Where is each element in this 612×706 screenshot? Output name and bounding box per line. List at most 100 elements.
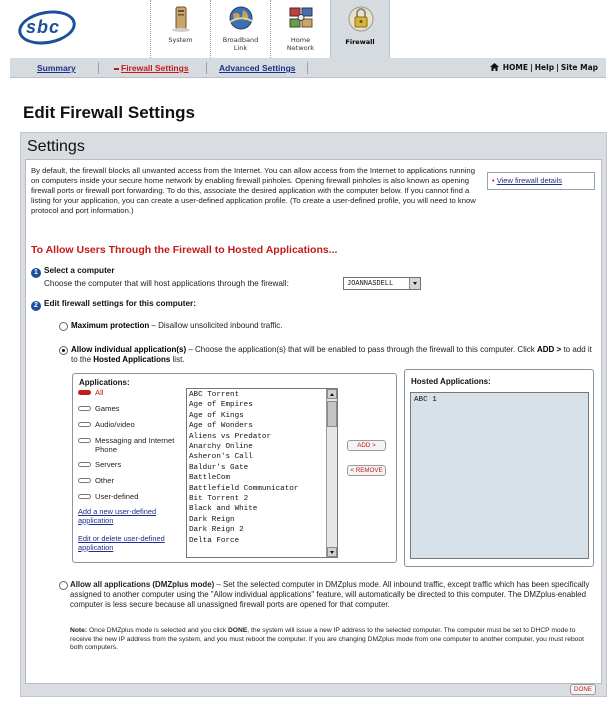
step-1-desc: Choose the computer that will host appli… <box>44 279 289 288</box>
dmz-note: Note: Once DMZplus mode is selected and … <box>70 627 596 653</box>
add-word: ADD > <box>536 345 562 354</box>
category-audio-video[interactable]: Audio/video <box>78 420 194 429</box>
note-label: Note: <box>70 627 88 634</box>
remove-button[interactable]: < REMOVE <box>347 465 386 476</box>
step-2: 2 Edit firewall settings for this compute… <box>31 299 196 311</box>
application-list-item[interactable]: Anarchy Online <box>189 442 335 452</box>
nav-firewall[interactable]: Firewall <box>330 0 390 58</box>
max-protection-option: Maximum protection – Disallow unsolicite… <box>71 321 283 331</box>
scroll-down-icon[interactable] <box>327 547 337 557</box>
subnav-divider <box>98 62 99 74</box>
edit-user-defined-link[interactable]: Edit or delete user-defined application <box>78 534 190 552</box>
application-list-item[interactable]: Battlefield Communicator <box>189 484 335 494</box>
computer-select[interactable]: JOANNASDELL <box>343 277 421 290</box>
view-firewall-details-link[interactable]: View firewall details <box>497 176 562 185</box>
note-text-a: Once DMZplus mode is selected and you cl… <box>87 627 228 634</box>
application-list-item[interactable]: Delta Force <box>189 536 335 546</box>
site-map-link[interactable]: Site Map <box>561 63 598 72</box>
category-all[interactable]: All <box>78 388 194 397</box>
nav-broadband-label: Broadband Link <box>222 36 259 52</box>
hosted-application-item[interactable]: ABC 1 <box>414 395 585 405</box>
individual-apps-desc: – Choose the application(s) that will be… <box>186 345 537 354</box>
category-label: User-defined <box>95 492 139 501</box>
hosted-applications-label: Hosted Applications: <box>411 377 491 386</box>
scroll-up-icon[interactable] <box>327 389 337 399</box>
panel-title: Settings <box>27 138 85 155</box>
application-list-item[interactable]: Dark Reign 2 <box>189 525 335 535</box>
application-list-item[interactable]: Asheron's Call <box>189 452 335 462</box>
application-list-item[interactable]: Age of Empires <box>189 400 335 410</box>
nav-system-label: System <box>168 36 193 44</box>
step-1-title: Select a computer <box>44 266 115 275</box>
chevron-down-icon[interactable] <box>409 278 420 289</box>
subnav-summary[interactable]: Summary <box>37 63 76 73</box>
subnav-divider <box>206 62 207 74</box>
subnav-advanced-settings[interactable]: Advanced Settings <box>219 63 296 73</box>
max-protection-radio[interactable] <box>59 322 68 331</box>
category-selector-icon <box>78 438 91 443</box>
applications-scrollbar[interactable] <box>326 389 337 557</box>
application-list-item[interactable]: Bit Torrent 2 <box>189 494 335 504</box>
hosted-applications-box: Hosted Applications: ABC 1 <box>404 369 594 567</box>
application-list-item[interactable]: Dark Reign <box>189 515 335 525</box>
settings-panel: Settings By default, the firewall blocks… <box>20 132 607 697</box>
scroll-thumb[interactable] <box>327 401 337 427</box>
category-selector-icon <box>78 462 91 467</box>
sbc-logo: sbc <box>15 6 79 49</box>
nav-system[interactable]: System <box>150 0 210 58</box>
subnav-firewall-settings-label: Firewall Settings <box>121 63 189 73</box>
category-label: Audio/video <box>95 420 135 429</box>
hosted-applications-list: ABC 1 <box>411 393 588 407</box>
panel-body: By default, the firewall blocks all unwa… <box>25 159 602 684</box>
individual-apps-option: Allow individual application(s) – Choose… <box>71 345 596 365</box>
help-link[interactable]: Help <box>535 63 554 72</box>
category-servers[interactable]: Servers <box>78 460 194 469</box>
hosted-applications-listbox[interactable]: ABC 1 <box>410 392 589 559</box>
applications-list: ABC Torrent Age of Empires Age of Kings Age… <box>187 389 337 547</box>
dmz-radio[interactable] <box>59 581 68 590</box>
nav-broadband-link[interactable]: Broadband Link <box>210 0 270 58</box>
view-details-box: • View firewall details <box>487 172 595 190</box>
category-selector-icon <box>78 406 91 411</box>
globe-icon <box>229 6 253 30</box>
application-list-item[interactable]: ABC Torrent <box>189 390 335 400</box>
application-list-item[interactable]: Black and White <box>189 504 335 514</box>
category-label: All <box>95 388 104 397</box>
category-games[interactable]: Games <box>78 404 194 413</box>
subnav-firewall-settings[interactable]: Firewall Settings <box>114 63 189 73</box>
category-messaging[interactable]: Messaging and Internet Phone <box>78 436 190 454</box>
application-list-item[interactable]: Age of Kings <box>189 411 335 421</box>
step-1: 1 Select a computer <box>31 266 115 278</box>
home-link[interactable]: HOME <box>503 63 528 72</box>
application-list-item[interactable]: Baldur's Gate <box>189 463 335 473</box>
system-tower-icon <box>172 6 190 32</box>
applications-box: Applications: All Games Audio/video Mess… <box>72 373 397 563</box>
category-other[interactable]: Other <box>78 476 194 485</box>
application-list-item[interactable]: Aliens vs Predator <box>189 432 335 442</box>
individual-apps-desc-3: list. <box>170 355 185 364</box>
current-page-marker <box>114 67 119 70</box>
nav-home-network[interactable]: Home Network <box>270 0 330 58</box>
dmz-option: Allow all applications (DMZplus mode) – … <box>70 580 596 611</box>
section-heading: To Allow Users Through the Firewall to H… <box>31 244 338 256</box>
done-button[interactable]: DONE <box>570 684 596 695</box>
category-label: Other <box>95 476 114 485</box>
application-list-item[interactable]: Age of Wonders <box>189 421 335 431</box>
add-button[interactable]: ADD > <box>347 440 386 451</box>
individual-apps-radio[interactable] <box>59 346 68 355</box>
home-network-icon <box>289 7 313 28</box>
nav-firewall-label: Firewall <box>345 38 375 46</box>
padlock-icon <box>348 6 374 32</box>
intro-text: By default, the firewall blocks all unwa… <box>31 166 476 215</box>
individual-apps-title: Allow individual application(s) <box>71 345 187 354</box>
applications-label: Applications: <box>79 378 130 387</box>
application-list-item[interactable]: BattleCom <box>189 473 335 483</box>
applications-listbox[interactable]: ABC Torrent Age of Empires Age of Kings Age… <box>186 388 338 558</box>
add-user-defined-link[interactable]: Add a new user-defined application <box>78 507 190 525</box>
category-selector-icon <box>78 494 91 499</box>
category-user-defined[interactable]: User-defined <box>78 492 194 501</box>
step-2-number-icon: 2 <box>31 301 41 311</box>
category-selector-icon <box>78 422 91 427</box>
note-done-word: DONE <box>227 627 248 634</box>
subnav-divider <box>307 62 308 74</box>
